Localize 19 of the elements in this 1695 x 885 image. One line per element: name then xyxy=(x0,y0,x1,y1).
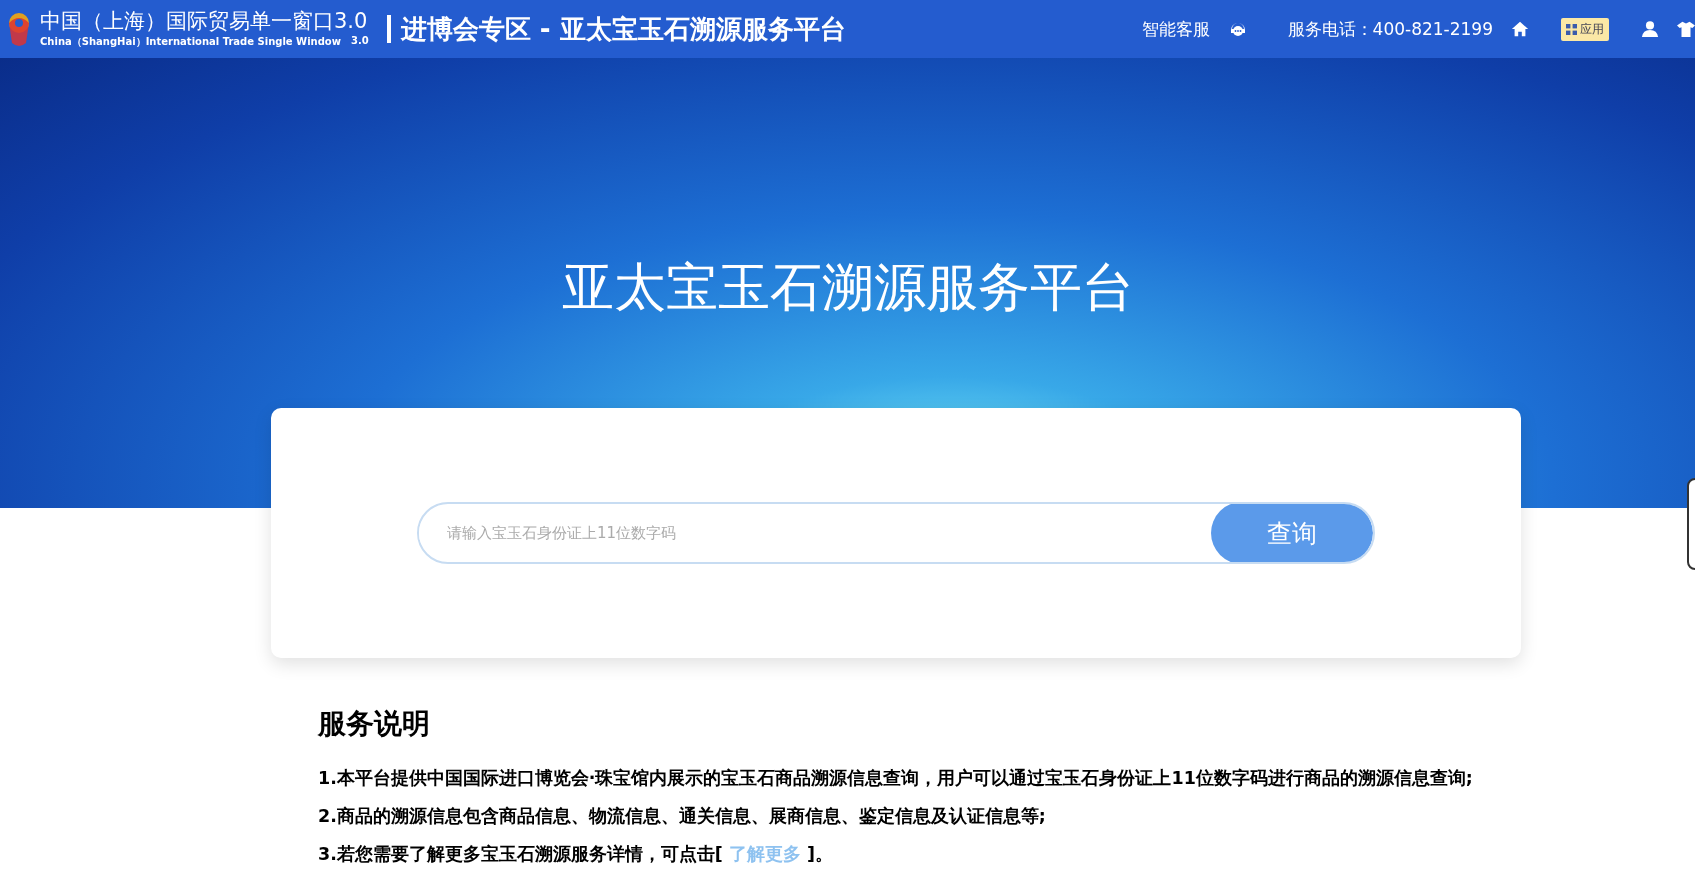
section-title: 进博会专区 - 亚太宝玉石溯源服务平台 xyxy=(386,15,846,43)
home-icon[interactable] xyxy=(1511,20,1529,38)
description-line: 2.商品的溯源信息包含商品信息、物流信息、通关信息、展商信息、鉴定信息及认证信息等; xyxy=(318,805,1047,828)
logo-version: 3.0 xyxy=(350,35,369,48)
user-icon[interactable] xyxy=(1641,20,1659,38)
apps-button[interactable]: 应用 xyxy=(1561,17,1609,41)
logo-subtitle: China（ShangHai）International Trade Single Window xyxy=(40,35,341,49)
hero-title: 亚太宝玉石溯源服务平台 xyxy=(561,256,1134,317)
shirt-icon[interactable] xyxy=(1677,20,1695,38)
learn-more-link[interactable]: 了解更多 xyxy=(728,844,801,864)
description-heading: 服务说明 xyxy=(318,706,431,742)
service-phone: 服务电话：400-821-2199 xyxy=(1287,17,1493,41)
description-line: 3.若您需要了解更多宝玉石溯源服务详情，可点击[ 了解更多 ]。 xyxy=(318,843,834,866)
search-field[interactable]: 请输入宝玉石身份证上11位数字码 查询 xyxy=(417,502,1375,564)
description-line: 1.本平台提供中国国际进口博览会·珠宝馆内展示的宝玉石商品溯源信息查询，用户可以通过宝玉石身份证上11位数字码进行商品的溯源信息查询; xyxy=(318,767,1473,790)
service-link[interactable]: 智能客服 xyxy=(1141,17,1210,41)
logo-title: 中国（上海）国际贸易单一窗口3.0 xyxy=(40,9,369,33)
grid-icon xyxy=(1566,23,1577,35)
search-button[interactable]: 查询 xyxy=(1211,504,1373,562)
